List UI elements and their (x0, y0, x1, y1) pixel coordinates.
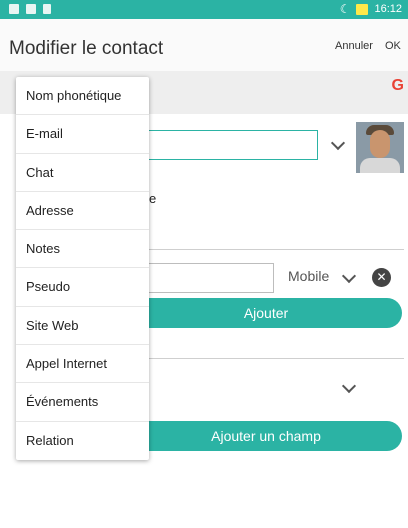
status-bar: ☾ 16:12 (0, 0, 408, 19)
chevron-down-icon[interactable] (330, 135, 346, 151)
battery-icon (356, 3, 369, 15)
moon-icon: ☾ (339, 2, 351, 16)
divider (130, 358, 404, 359)
menu-item-email[interactable]: E-mail (16, 115, 149, 154)
google-icon: G (391, 77, 404, 94)
chevron-down-icon[interactable] (341, 268, 357, 284)
status-time: 16:12 (374, 3, 402, 15)
screenshot-icon (9, 4, 19, 14)
menu-item-relation[interactable]: Relation (16, 422, 149, 460)
cancel-button[interactable]: Annuler (335, 40, 373, 52)
photo-face (370, 130, 390, 158)
menu-item-chat[interactable]: Chat (16, 154, 149, 192)
photo-shirt (360, 158, 400, 173)
menu-item-events[interactable]: Événements (16, 383, 149, 422)
page-title: Modifier le contact (9, 38, 164, 59)
add-field-button-label: Ajouter un champ (211, 428, 321, 444)
gallery-icon (26, 4, 36, 14)
menu-item-address[interactable]: Adresse (16, 192, 149, 231)
menu-item-nickname[interactable]: Pseudo (16, 268, 149, 307)
menu-item-website[interactable]: Site Web (16, 307, 149, 346)
notification-icons (9, 4, 51, 14)
chevron-down-icon[interactable] (341, 378, 357, 394)
phone-input[interactable] (130, 263, 274, 293)
add-button[interactable]: Ajouter (130, 298, 402, 328)
name-input[interactable] (130, 130, 318, 160)
menu-item-notes[interactable]: Notes (16, 230, 149, 269)
ok-button[interactable]: OK (385, 40, 401, 52)
add-button-label: Ajouter (243, 305, 289, 321)
divider (130, 249, 404, 250)
contact-photo[interactable] (356, 122, 404, 173)
menu-item-phonetic-name[interactable]: Nom phonétique (16, 77, 149, 116)
file-icon (43, 4, 51, 14)
close-icon[interactable]: ✕ (372, 268, 391, 287)
phone-type-label[interactable]: Mobile (288, 268, 329, 284)
partial-label: e (149, 191, 157, 206)
app-header: Modifier le contact Annuler OK (0, 19, 408, 71)
add-field-button[interactable]: Ajouter un champ (130, 421, 402, 451)
status-right: ☾ 16:12 (340, 2, 402, 16)
menu-item-internet-call[interactable]: Appel Internet (16, 345, 149, 384)
add-field-menu: Nom phonétique E-mail Chat Adresse Notes… (16, 77, 149, 460)
